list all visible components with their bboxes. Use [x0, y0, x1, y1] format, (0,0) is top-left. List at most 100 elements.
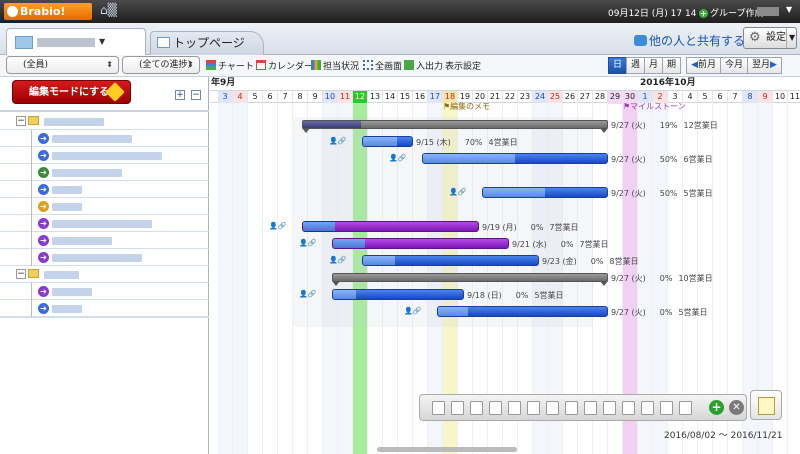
tree-task-row[interactable]: ➔	[0, 198, 209, 215]
tab-top-page[interactable]: トップページ	[150, 31, 264, 55]
select-arrow-icon: ⬍	[106, 60, 113, 69]
tree-task-row[interactable]: ➔	[0, 181, 209, 198]
calendar-button[interactable]: カレンダー	[256, 59, 313, 72]
outdent-icon[interactable]	[489, 401, 502, 415]
assignee-attachment-icon[interactable]: 👤🔗	[449, 187, 467, 198]
assignee-attachment-icon[interactable]: 👤🔗	[404, 306, 422, 317]
assignee-attachment-icon[interactable]: 👤🔗	[329, 136, 347, 147]
member-select[interactable]: (全員) ⬍	[6, 56, 119, 74]
assignee-attachment-icon[interactable]: 👤🔗	[389, 153, 407, 164]
task-info: 9/27 (火) 50% 5営業日	[611, 189, 713, 198]
task-info: 9/23 (金) 0% 8営業日	[542, 257, 639, 266]
new-task-icon[interactable]	[432, 401, 445, 415]
tree-task-row[interactable]: ➔	[0, 164, 209, 181]
user-menu-chevron-icon[interactable]: ▼	[786, 5, 792, 14]
event-label[interactable]: ⚑編集のメモ	[443, 102, 490, 112]
unlink-icon[interactable]	[603, 401, 616, 415]
current-date: 09月12日 (月) 17 14	[608, 9, 697, 19]
indent-icon[interactable]	[470, 401, 483, 415]
link-icon[interactable]	[584, 401, 597, 415]
edit-tool-palette: + ✕	[419, 394, 747, 421]
assignee-attachment-icon[interactable]: 👤🔗	[329, 255, 347, 266]
settings-button[interactable]: ⚙ 設定 ▼	[743, 27, 797, 49]
summary-bar[interactable]	[302, 120, 608, 133]
expand-all-button[interactable]: +	[175, 90, 185, 100]
fullscreen-button[interactable]: 全画面	[363, 59, 402, 72]
assignee-attachment-icon[interactable]: 👤🔗	[299, 289, 317, 300]
assignee-status-button[interactable]: 担当状況	[311, 59, 359, 72]
note-icon[interactable]	[679, 401, 692, 415]
chevron-down-icon[interactable]: ▼	[789, 28, 795, 48]
view-period-button[interactable]: 期	[662, 57, 682, 74]
view-switcher: 日 週 月 期 ◀前月 今月 翌月▶	[608, 57, 782, 74]
day-column	[218, 103, 233, 454]
assignee-attachment-icon[interactable]: 👤🔗	[269, 221, 287, 232]
task-bar[interactable]	[302, 221, 479, 232]
align-right-icon[interactable]	[527, 401, 540, 415]
task-bar[interactable]	[332, 289, 464, 300]
this-month-button[interactable]: 今月	[720, 57, 749, 74]
share-link[interactable]: 他の人と共有する	[634, 32, 745, 49]
day-header: 3 4 5 6 7 8 9 10 11 12 13 14 15 16 17 18 19 20 21 22 23 24 25 2…	[210, 90, 800, 104]
move-up-icon[interactable]	[546, 401, 559, 415]
notepad-button[interactable]	[750, 390, 782, 420]
add-icon[interactable]: +	[709, 400, 724, 415]
milestone-label[interactable]: ⚑マイルストーン	[623, 102, 686, 112]
tree-task-row[interactable]: ➔	[0, 147, 209, 164]
align-left-icon[interactable]	[508, 401, 521, 415]
view-month-button[interactable]: 月	[644, 57, 664, 74]
brabio-logo[interactable]: Brabio!	[4, 3, 92, 20]
edit-mode-button[interactable]: 編集モードにする	[12, 80, 131, 104]
move-down-icon[interactable]	[565, 401, 578, 415]
task-status-icon: ➔	[38, 167, 49, 178]
collapse-icon[interactable]: −	[16, 269, 26, 279]
chart-button[interactable]: チャート	[206, 59, 254, 72]
task-bar[interactable]	[437, 306, 608, 317]
notepad-icon	[758, 397, 775, 415]
task-bar[interactable]	[362, 255, 539, 266]
tree-task-row[interactable]: ➔	[0, 215, 209, 232]
tree-task-row[interactable]: ➔	[0, 300, 209, 317]
task-info: 9/27 (火) 50% 6営業日	[611, 155, 713, 164]
progress-select[interactable]: (全ての進捗) ⬍	[122, 56, 200, 74]
task-name	[52, 288, 92, 296]
chevron-down-icon[interactable]: ▼	[99, 37, 105, 46]
task-name	[52, 305, 82, 313]
group-create-link[interactable]: + グループ作成	[699, 6, 763, 19]
bar-chart-icon	[311, 60, 321, 70]
tree-task-row[interactable]: ➔	[0, 283, 209, 300]
task-name	[52, 237, 112, 245]
collapse-icon[interactable]: −	[16, 116, 26, 126]
tab-project[interactable]: ▼	[6, 28, 146, 55]
task-bar[interactable]	[422, 153, 608, 164]
remove-user-icon[interactable]	[660, 401, 673, 415]
next-month-button[interactable]: 翌月▶	[747, 57, 782, 74]
display-settings-button[interactable]: 表示設定	[445, 59, 481, 72]
import-export-button[interactable]: 入出力	[404, 59, 443, 72]
task-bar[interactable]	[362, 136, 413, 147]
assignee-attachment-icon[interactable]: 👤🔗	[299, 238, 317, 249]
group-name	[44, 271, 79, 279]
tree-task-row[interactable]: ➔	[0, 232, 209, 249]
view-week-button[interactable]: 週	[626, 57, 646, 74]
task-status-icon: ➔	[38, 218, 49, 229]
horizontal-scrollbar[interactable]	[377, 447, 517, 452]
close-icon[interactable]: ✕	[729, 400, 744, 415]
collapse-all-button[interactable]: −	[191, 90, 201, 100]
view-day-button[interactable]: 日	[608, 57, 628, 74]
tree-group-row[interactable]: −	[0, 266, 209, 283]
copy-icon[interactable]	[451, 401, 464, 415]
milestone-icon[interactable]	[622, 401, 635, 415]
tree-task-row[interactable]: ➔	[0, 249, 209, 266]
tree-task-row[interactable]: ➔	[0, 130, 209, 147]
task-bar[interactable]	[482, 187, 608, 198]
summary-bar[interactable]	[332, 273, 608, 286]
task-bar[interactable]	[332, 238, 509, 249]
tree-group-row[interactable]: −	[0, 113, 209, 130]
home-icon[interactable]: ⌂▒	[100, 3, 130, 20]
assign-user-icon[interactable]	[641, 401, 654, 415]
prev-month-button[interactable]: ◀前月	[686, 57, 721, 74]
task-name	[52, 135, 132, 143]
user-name[interactable]	[757, 7, 779, 16]
day-column	[263, 103, 278, 454]
